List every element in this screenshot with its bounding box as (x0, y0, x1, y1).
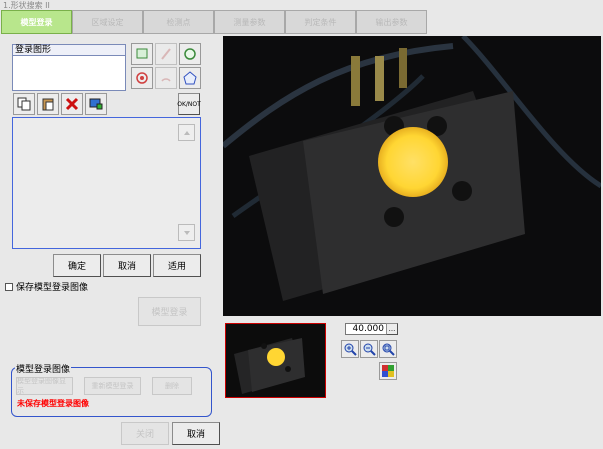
arc-tool-button[interactable] (155, 67, 177, 89)
circle-tool-button[interactable] (179, 43, 201, 65)
ellipse-tool-button[interactable] (131, 67, 153, 89)
save-image-label: 保存模型登录图像 (16, 283, 89, 293)
rectangle-icon (136, 48, 148, 59)
apply-button[interactable]: 适用 (153, 254, 201, 277)
pentagon-icon (183, 71, 197, 85)
display-button[interactable] (85, 93, 107, 115)
copy-button[interactable] (13, 93, 35, 115)
zoom-out-button[interactable] (360, 340, 378, 358)
delete-button[interactable] (61, 93, 83, 115)
zoom-in-button[interactable] (341, 340, 359, 358)
shape-list-header: 登录图形 (13, 45, 125, 56)
model-image-group-title: 模型登录图像 (15, 362, 72, 375)
tab-region-setting[interactable]: 区域设定 (72, 10, 143, 34)
triangle-down-icon (183, 230, 190, 235)
zoom-fit-icon (382, 343, 395, 356)
delete-x-icon (65, 97, 79, 111)
zoom-in-icon (344, 343, 357, 356)
delete-model-image-button[interactable]: 删除 (152, 377, 192, 395)
copy-icon (17, 97, 31, 111)
ok-not-button[interactable]: OK/NOT (177, 93, 201, 115)
tab-detection-point[interactable]: 检测点 (143, 10, 214, 34)
shape-detail-list[interactable] (12, 117, 201, 249)
ok-button[interactable]: 确定 (53, 254, 101, 277)
show-model-image-button[interactable]: 模型登录图像显示 (16, 377, 73, 395)
register-model-button[interactable]: 模型登录 (138, 297, 201, 326)
monitor-icon (89, 98, 103, 110)
rectangle-tool-button[interactable] (131, 43, 153, 65)
zoom-out-icon (363, 343, 376, 356)
clipboard-icon (42, 98, 54, 111)
tab-output-params[interactable]: 输出参数 (356, 10, 427, 34)
image-settings-button[interactable] (379, 362, 397, 380)
ring-icon (136, 72, 148, 84)
tab-measure-params[interactable]: 测量参数 (214, 10, 285, 34)
thumbnail-graphic (226, 324, 325, 397)
color-grid-icon (382, 365, 394, 377)
scroll-up-button[interactable] (178, 124, 195, 141)
polygon-tool-button[interactable] (179, 67, 201, 89)
save-image-option[interactable]: 保存模型登录图像 (5, 280, 88, 293)
pencil-icon (161, 48, 171, 60)
scroll-down-button[interactable] (178, 224, 195, 241)
tab-judge-condition[interactable]: 判定条件 (285, 10, 356, 34)
camera-view-graphic (223, 36, 601, 316)
tab-model-register[interactable]: 模型登录 (1, 10, 72, 34)
model-image-group: 模型登录图像 模型登录图像显示 重新模型登录 删除 未保存模型登录图像 (11, 362, 212, 417)
close-button[interactable]: 关闭 (121, 422, 169, 445)
camera-image[interactable] (223, 36, 601, 316)
reregister-model-button[interactable]: 重新模型登录 (84, 377, 141, 395)
triangle-up-icon (183, 130, 190, 135)
cancel-bottom-button[interactable]: 取消 (172, 422, 220, 445)
thumbnail-image[interactable] (225, 323, 326, 398)
no-saved-image-warning: 未保存模型登录图像 (17, 399, 89, 408)
zoom-more-button[interactable]: ... (386, 323, 398, 335)
save-image-checkbox[interactable] (5, 282, 13, 291)
circle-icon (184, 48, 196, 60)
zoom-value-field[interactable]: 40.000 (345, 323, 387, 335)
line-tool-button[interactable] (155, 43, 177, 65)
cancel-button[interactable]: 取消 (103, 254, 151, 277)
zoom-fit-button[interactable] (379, 340, 397, 358)
paste-button[interactable] (37, 93, 59, 115)
shape-list[interactable]: 登录图形 (12, 44, 126, 91)
arc-icon (161, 78, 171, 82)
